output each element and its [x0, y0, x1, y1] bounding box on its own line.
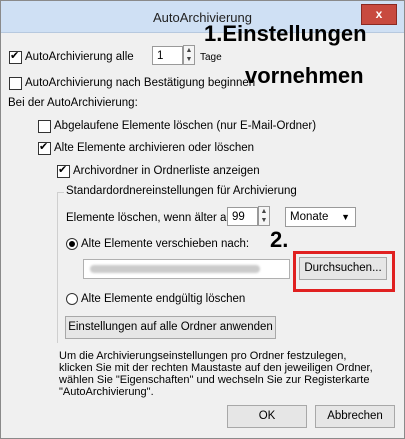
highlight-box [293, 251, 395, 292]
autoarchive-every-label: AutoArchivierung alle [25, 51, 134, 63]
cancel-button[interactable]: Abbrechen [315, 405, 395, 428]
blurred-path [90, 265, 260, 273]
autoarchive-days-input[interactable]: 1 [152, 46, 183, 65]
annotation-step1: 1.Einstellungen [204, 21, 367, 46]
autoarchive-days-spinner[interactable]: ▲ ▼ [183, 45, 195, 65]
chevron-down-icon: ▼ [341, 212, 350, 222]
during-autoarchive-label: Bei der AutoArchivierung: [8, 97, 138, 109]
show-archive-folder-checkbox[interactable] [57, 163, 70, 178]
move-old-label: Alte Elemente verschieben nach: [81, 238, 250, 250]
autoarchive-dialog: AutoArchivierung x 1.Einstellungen vorne… [0, 0, 405, 439]
info-note: Um die Archivierungseinstellungen pro Or… [59, 350, 373, 398]
archive-old-label: Alte Elemente archivieren oder löschen [54, 142, 255, 154]
move-old-radio[interactable] [66, 238, 78, 250]
delete-older-spinner[interactable]: ▲ ▼ [258, 206, 270, 226]
ok-button[interactable]: OK [227, 405, 307, 428]
confirm-before-label: AutoArchivierung nach Bestätigung beginn… [25, 77, 256, 89]
delete-expired-label: Abgelaufene Elemente löschen (nur E-Mail… [54, 120, 317, 132]
apply-all-folders-button[interactable]: Einstellungen auf alle Ordner anwenden [65, 316, 276, 339]
delete-older-unit-select[interactable]: Monate ▼ [285, 207, 356, 227]
delete-older-input[interactable]: 99 [227, 207, 258, 226]
autoarchive-every-checkbox[interactable] [9, 49, 22, 64]
annotation-step1-line2: vornehmen [245, 63, 364, 88]
archive-path-field[interactable] [83, 259, 290, 279]
default-folder-settings-title: Standardordnereinstellungen für Archivie… [64, 185, 299, 197]
delete-older-unit-value: Monate [290, 211, 329, 223]
perm-delete-radio[interactable] [66, 293, 78, 305]
delete-older-label: Elemente löschen, wenn älter als [66, 212, 235, 224]
delete-expired-checkbox[interactable] [38, 120, 51, 133]
show-archive-folder-label: Archivordner in Ordnerliste anzeigen [73, 165, 260, 177]
archive-old-checkbox[interactable] [38, 140, 51, 155]
perm-delete-label: Alte Elemente endgültig löschen [81, 293, 246, 305]
autoarchive-days-unit: Tage [200, 52, 222, 63]
confirm-before-checkbox[interactable] [9, 77, 22, 90]
